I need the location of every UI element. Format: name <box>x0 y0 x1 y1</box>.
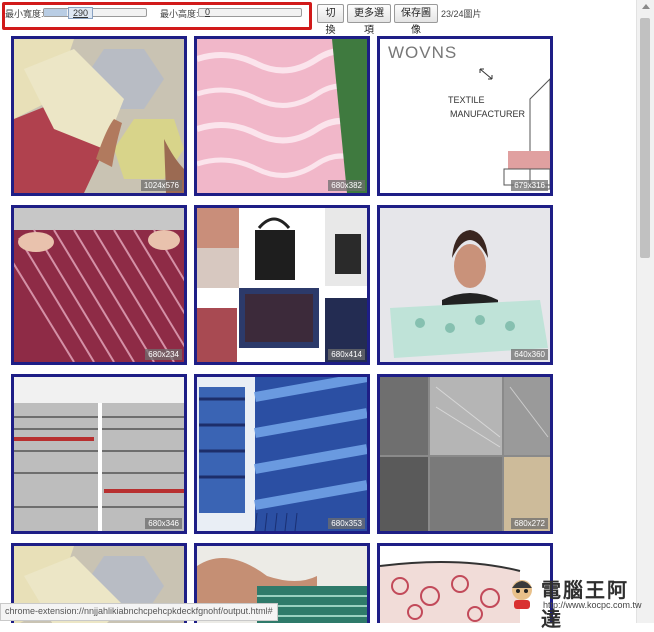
save-images-button[interactable]: 保存圖像 <box>394 4 438 36</box>
gallery-tile[interactable]: 680x414 <box>194 205 370 365</box>
more-options-button[interactable]: 更多選項 <box>347 4 391 36</box>
gallery-tile[interactable]: 640x360 <box>377 205 553 365</box>
scroll-up-arrow-icon[interactable] <box>642 4 650 9</box>
min-height-value: 0 <box>205 7 211 17</box>
image-size-label: 680x353 <box>328 518 365 529</box>
image-counter: 23/24圖片 <box>441 9 482 19</box>
watermark-url: http://www.kocpc.com.tw <box>543 600 642 610</box>
mascot-logo-icon <box>512 580 532 609</box>
min-width-value: 290 <box>68 7 94 19</box>
gallery-tile[interactable]: 680x234 <box>11 205 187 365</box>
presenter-image <box>380 208 550 362</box>
image-size-label: 680x346 <box>145 518 182 529</box>
image-size-label: 680x414 <box>328 349 365 360</box>
toolbar: 最小寬度: 290 最小高度: 0 切換 更多選項 保存圖像 23/24圖片 <box>0 0 636 36</box>
fabric-image <box>14 208 184 362</box>
bags-collage-image <box>197 208 367 362</box>
image-size-label: 679x316 <box>511 180 548 191</box>
gallery-tile[interactable]: 680x382 <box>194 36 370 196</box>
watermark: 電腦王阿達 http://www.kocpc.com.tw <box>505 574 645 631</box>
image-size-label: 680x234 <box>145 349 182 360</box>
textile-image <box>14 39 184 193</box>
scrollbar-thumb[interactable] <box>640 18 650 258</box>
status-bar-url: chrome-extension://nnjjahlikiabnchcpehcp… <box>0 603 278 621</box>
min-height-slider[interactable]: 0 <box>198 7 302 17</box>
toggle-button[interactable]: 切換 <box>317 4 344 36</box>
gallery-tile[interactable]: WOVNS TEXTILE MANUFACTURER 679x316 <box>377 36 553 196</box>
textile-image <box>197 39 367 193</box>
min-width-slider[interactable]: 290 <box>43 7 147 19</box>
gallery-tile[interactable]: 680x353 <box>194 374 370 534</box>
wovns-sketch-image: WOVNS TEXTILE MANUFACTURER <box>380 39 550 193</box>
min-height-label: 最小高度: <box>160 9 199 19</box>
blue-fabric-image <box>197 377 367 531</box>
vertical-scrollbar[interactable] <box>636 0 654 623</box>
patchwork-image <box>14 377 184 531</box>
loom-collage-image <box>380 377 550 531</box>
min-width-label: 最小寬度: <box>5 9 44 19</box>
gallery-tile[interactable]: 680x346 <box>11 374 187 534</box>
sketch-drawing <box>479 68 550 190</box>
image-size-label: 680x382 <box>328 180 365 191</box>
min-width-slider-fill <box>44 9 68 16</box>
image-size-label: 1024x576 <box>140 180 182 191</box>
gallery-tile[interactable]: 1024x576 <box>11 36 187 196</box>
image-size-label: 680x272 <box>511 518 548 529</box>
gallery-tile[interactable]: 680x272 <box>377 374 553 534</box>
image-size-label: 640x360 <box>511 349 548 360</box>
